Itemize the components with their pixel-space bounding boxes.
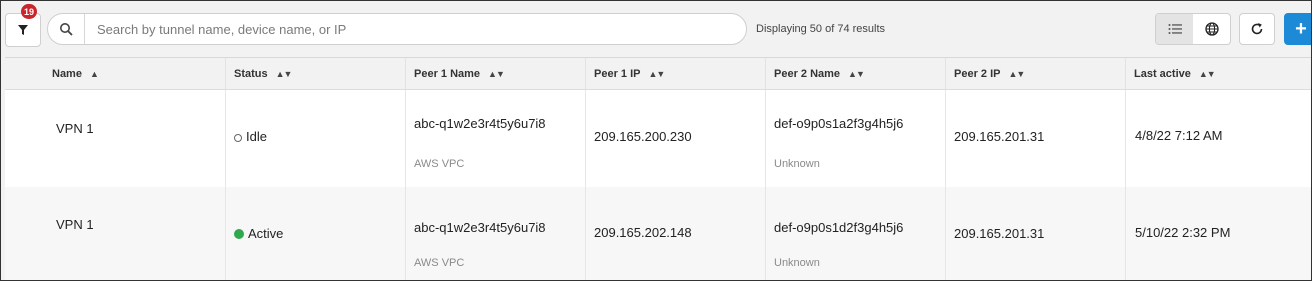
filter-count-badge: 19 (21, 4, 38, 19)
column-header-label: Peer 1 Name (414, 67, 481, 80)
column-header-last-active[interactable]: Last active ▲▼ (1125, 58, 1311, 89)
column-header-name[interactable]: Name ▲ (5, 58, 225, 89)
status-text: Active (234, 226, 283, 241)
tunnel-name: VPN 1 (56, 217, 94, 232)
table-header: Name ▲ Status ▲▼ Peer 1 Name ▲▼ Peer 1 I… (5, 58, 1311, 90)
peer1-type: AWS VPC (414, 257, 465, 269)
filter-icon (18, 25, 28, 35)
column-header-peer1-name[interactable]: Peer 1 Name ▲▼ (405, 58, 585, 89)
table-row[interactable]: VPN 1 Active abc-q1w2e3r4t5y6u7i8 AWS VP… (5, 187, 1311, 280)
refresh-button[interactable] (1239, 13, 1275, 45)
tunnel-name: VPN 1 (56, 121, 94, 136)
column-header-status[interactable]: Status ▲▼ (225, 58, 405, 89)
last-active: 4/8/22 7:12 AM (1135, 128, 1223, 143)
sort-icon: ▲▼ (648, 68, 665, 79)
peer2-name: def-o9p0s1a2f3g4h5j6 (774, 116, 904, 131)
column-header-label: Last active (1134, 67, 1191, 80)
add-button[interactable]: + (1284, 13, 1311, 45)
search-input[interactable] (85, 20, 746, 38)
list-icon (1168, 24, 1182, 34)
column-header-peer2-ip[interactable]: Peer 2 IP ▲▼ (945, 58, 1125, 89)
cell-peer1-ip: 209.165.200.230 (585, 90, 765, 187)
sort-icon: ▲▼ (1008, 68, 1025, 79)
globe-icon (1204, 22, 1219, 36)
search-icon (48, 14, 85, 44)
cell-peer1-name: abc-q1w2e3r4t5y6u7i8 AWS VPC (405, 187, 585, 280)
refresh-icon (1251, 23, 1263, 35)
column-header-label: Name (52, 67, 82, 80)
list-view-button[interactable] (1156, 14, 1193, 44)
idle-status-icon (234, 134, 242, 142)
peer1-ip: 209.165.202.148 (594, 225, 692, 240)
column-header-label: Peer 2 Name (774, 67, 841, 80)
table-row[interactable]: VPN 1 Idle abc-q1w2e3r4t5y6u7i8 AWS VPC … (5, 90, 1311, 188)
last-active: 5/10/22 2:32 PM (1135, 225, 1231, 240)
peer2-type: Unknown (774, 158, 820, 170)
results-count: Displaying 50 of 74 results (756, 23, 886, 35)
column-header-label: Peer 1 IP (594, 67, 641, 80)
cell-peer1-ip: 209.165.202.148 (585, 187, 765, 280)
peer2-type: Unknown (774, 257, 820, 269)
peer1-name: abc-q1w2e3r4t5y6u7i8 (414, 116, 546, 131)
globe-view-button[interactable] (1193, 14, 1230, 44)
cell-peer1-name: abc-q1w2e3r4t5y6u7i8 AWS VPC (405, 90, 585, 187)
sort-icon: ▲▼ (848, 68, 865, 79)
cell-last-active: 5/10/22 2:32 PM (1125, 187, 1311, 280)
filter-button[interactable] (5, 13, 41, 47)
peer2-name: def-o9p0s1d2f3g4h5j6 (774, 220, 904, 235)
tunnels-table: Name ▲ Status ▲▼ Peer 1 Name ▲▼ Peer 1 I… (5, 57, 1311, 280)
peer1-ip: 209.165.200.230 (594, 129, 692, 144)
cell-peer2-name: def-o9p0s1a2f3g4h5j6 Unknown (765, 90, 945, 187)
cell-peer2-name: def-o9p0s1d2f3g4h5j6 Unknown (765, 187, 945, 280)
cell-peer2-ip: 209.165.201.31 (945, 90, 1125, 187)
column-header-label: Peer 2 IP (954, 67, 1001, 80)
status-text: Idle (234, 129, 267, 144)
cell-status: Idle (225, 90, 405, 187)
search-bar (47, 13, 747, 45)
peer1-name: abc-q1w2e3r4t5y6u7i8 (414, 220, 546, 235)
peer2-ip: 209.165.201.31 (954, 226, 1045, 241)
peer2-ip: 209.165.201.31 (954, 129, 1045, 144)
cell-name: VPN 1 (5, 90, 225, 187)
app-frame: 19 Displaying 50 of 74 results (0, 0, 1312, 281)
cell-name: VPN 1 (5, 187, 225, 280)
column-header-peer1-ip[interactable]: Peer 1 IP ▲▼ (585, 58, 765, 89)
sort-asc-icon: ▲ (89, 68, 99, 79)
cell-status: Active (225, 187, 405, 280)
sort-icon: ▲▼ (275, 68, 293, 79)
peer1-type: AWS VPC (414, 158, 465, 170)
active-status-icon (234, 229, 244, 239)
column-header-peer2-name[interactable]: Peer 2 Name ▲▼ (765, 58, 945, 89)
sort-icon: ▲▼ (1198, 68, 1216, 79)
cell-last-active: 4/8/22 7:12 AM (1125, 90, 1311, 187)
column-header-label: Status (234, 67, 268, 80)
sort-icon: ▲▼ (488, 68, 505, 79)
view-toggle (1155, 13, 1231, 45)
cell-peer2-ip: 209.165.201.31 (945, 187, 1125, 280)
